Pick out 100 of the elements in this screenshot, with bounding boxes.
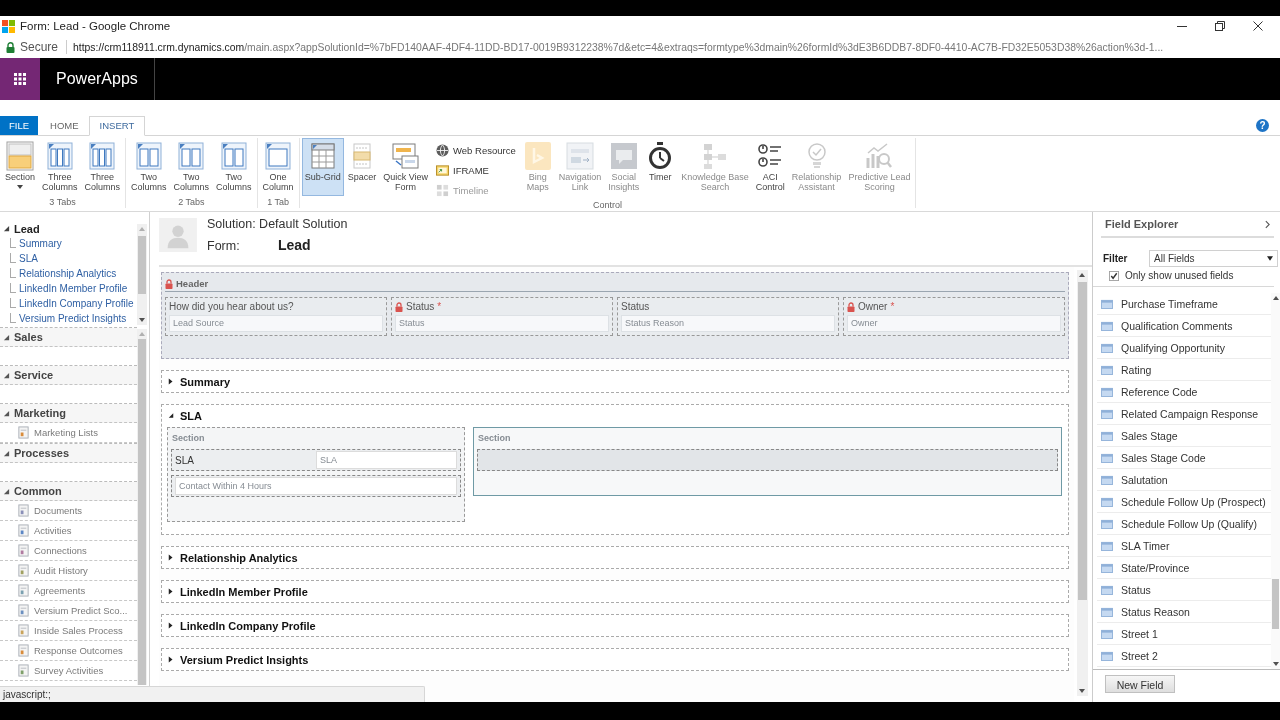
new-field-button[interactable]: New Field [1105, 675, 1175, 693]
nav-item[interactable]: Documents [0, 501, 137, 521]
scrollbar[interactable] [137, 329, 147, 685]
chevron-right-icon[interactable] [1265, 219, 1270, 229]
checkbox[interactable] [1109, 270, 1119, 281]
ribbon-tab[interactable]: FILE [0, 116, 39, 135]
nav-group-header[interactable]: Marketing [0, 404, 137, 423]
field-list-item[interactable]: Status [1097, 579, 1271, 601]
nav-item[interactable]: Agreements [0, 581, 137, 601]
scrollbar-thumb[interactable] [138, 339, 146, 685]
scrollbar-thumb[interactable] [1078, 282, 1087, 600]
two-column-icon [219, 141, 248, 171]
ribbon-button[interactable]: Three Columns [81, 138, 124, 196]
scrollbar[interactable] [137, 224, 147, 325]
app-launcher-button[interactable] [0, 58, 40, 100]
ribbon-button[interactable]: Quick View Form [380, 138, 432, 196]
field-list-item[interactable]: Street 1 [1097, 623, 1271, 645]
field-list-item[interactable]: Qualification Comments [1097, 315, 1271, 337]
field-list-item[interactable]: Status Reason [1097, 601, 1271, 623]
field-list-item[interactable]: Sales Stage Code [1097, 447, 1271, 469]
field-list-item[interactable]: Schedule Follow Up (Prospect) [1097, 491, 1271, 513]
help-button[interactable]: ? [1256, 119, 1269, 132]
field-icon [1101, 298, 1113, 309]
scrollbar-thumb[interactable] [1272, 579, 1279, 629]
document-icon [17, 664, 30, 677]
nav-tree-title[interactable]: Lead [3, 221, 137, 236]
scrollbar[interactable] [1077, 270, 1088, 696]
restore-icon[interactable] [1215, 21, 1225, 31]
field-list-item[interactable]: Related Campaign Response [1097, 403, 1271, 425]
form-name: Lead [278, 237, 311, 253]
ribbon-button[interactable]: Timer [643, 138, 678, 196]
nav-group-header[interactable]: Service [0, 366, 137, 385]
scrollbar[interactable] [1271, 293, 1280, 669]
header-field[interactable]: Owner * Owner [843, 297, 1065, 336]
two-column-icon [134, 141, 163, 171]
nav-item[interactable]: Activities [0, 521, 137, 541]
header-field[interactable]: Status * Status [391, 297, 613, 336]
tab-header[interactable]: SLA [162, 405, 1068, 426]
header-field[interactable]: Status Status Reason [617, 297, 839, 336]
nav-item[interactable]: Response Outcomes [0, 641, 137, 661]
ribbon-button[interactable]: Spacer [344, 138, 380, 196]
ribbon-button[interactable]: Section [2, 138, 39, 196]
nav-item[interactable]: Inside Sales Process [0, 621, 137, 641]
close-icon[interactable] [1253, 21, 1263, 31]
tab-header[interactable]: LinkedIn Member Profile [162, 581, 1068, 602]
field-list-item[interactable]: SLA Timer [1097, 535, 1271, 557]
nav-group-header[interactable]: Processes [0, 444, 137, 463]
form-field[interactable]: SLA SLA [171, 449, 461, 471]
nav-item[interactable]: Audit History [0, 561, 137, 581]
ribbon-button[interactable]: One Column [259, 138, 297, 196]
field-list-item[interactable]: Sales Stage [1097, 425, 1271, 447]
ribbon-button[interactable]: ACI Control [752, 138, 788, 196]
field-icon [1101, 628, 1113, 639]
checkbox-label[interactable]: Only show unused fields [1125, 270, 1234, 281]
field-icon [1101, 408, 1113, 419]
nav-tree-item[interactable]: Versium Predict Insights [19, 311, 127, 326]
nav-tree-item[interactable]: SLA [19, 251, 38, 266]
nav-tree-item[interactable]: LinkedIn Company Profile [19, 296, 134, 311]
nav-item[interactable]: Connections [0, 541, 137, 561]
caret-icon [17, 184, 23, 189]
nav-tree-item[interactable]: Relationship Analytics [19, 266, 117, 281]
tab-header[interactable]: Versium Predict Insights [162, 649, 1068, 670]
form-section[interactable]: Section SLA SLA Contact Within 4 Hours [167, 427, 465, 522]
url-text[interactable]: https://crm118911.crm.dynamics.com/main.aspx?appSolutionId=%7bFD140AAF-4DF4-11DD-BD17-0019B9312238%7d&etc=4&extraqs=formtype%3dmain%26formId%3dE3B6DDB7-8DF0-4410-AC7B-FD32E5053D38%26action%3d-1... [73, 41, 1164, 53]
ribbon-button[interactable]: Two Columns [170, 138, 213, 196]
nav-tree-item[interactable]: Summary [19, 236, 62, 251]
empty-field-slot[interactable] [477, 449, 1058, 471]
entity-image-placeholder [159, 218, 197, 252]
ribbon-tab[interactable]: HOME [40, 116, 89, 135]
filter-dropdown[interactable]: All Fields [1149, 250, 1278, 267]
ribbon-button[interactable]: Two Columns [213, 138, 255, 196]
field-list-item[interactable]: Salutation [1097, 469, 1271, 491]
scrollbar-thumb[interactable] [138, 236, 146, 294]
tab-header[interactable]: Relationship Analytics [162, 547, 1068, 568]
ribbon-group-label: 1 Tab [266, 196, 291, 208]
field-list-item[interactable]: State/Province [1097, 557, 1271, 579]
ribbon-small-button[interactable]: IFRAME [436, 162, 516, 179]
header-field[interactable]: How did you hear about us? Lead Source [165, 297, 387, 336]
ribbon-tab[interactable]: INSERT [88, 116, 146, 136]
tab-header[interactable]: LinkedIn Company Profile [162, 615, 1068, 636]
tab-header[interactable]: Summary [162, 371, 1068, 392]
field-list-item[interactable]: Schedule Follow Up (Qualify) [1097, 513, 1271, 535]
nav-tree-item[interactable]: LinkedIn Member Profile [19, 281, 128, 296]
field-list-item[interactable]: Street 2 [1097, 645, 1271, 667]
nav-item[interactable]: Survey Activities [0, 661, 137, 681]
field-list-item[interactable]: Qualifying Opportunity [1097, 337, 1271, 359]
form-label: Form: [207, 239, 241, 253]
nav-item[interactable]: Versium Predict Sco... [0, 601, 137, 621]
field-list-item[interactable]: Rating [1097, 359, 1271, 381]
field-list-item[interactable]: Purchase Timeframe [1097, 293, 1271, 315]
chart-magnifier-icon [865, 141, 894, 171]
nav-item[interactable]: Marketing Lists [0, 423, 137, 443]
nav-group-header[interactable]: Common [0, 482, 137, 501]
ribbon-button[interactable]: Three Columns [39, 138, 81, 196]
ribbon-button[interactable]: Two Columns [128, 138, 170, 196]
field-list-item[interactable]: Reference Code [1097, 381, 1271, 403]
ribbon-button[interactable]: Sub-Grid [301, 138, 344, 196]
nav-group-header[interactable]: Sales [0, 328, 137, 347]
input-field[interactable]: SLA [316, 451, 457, 469]
ribbon-small-button[interactable]: Web Resource [436, 142, 516, 159]
